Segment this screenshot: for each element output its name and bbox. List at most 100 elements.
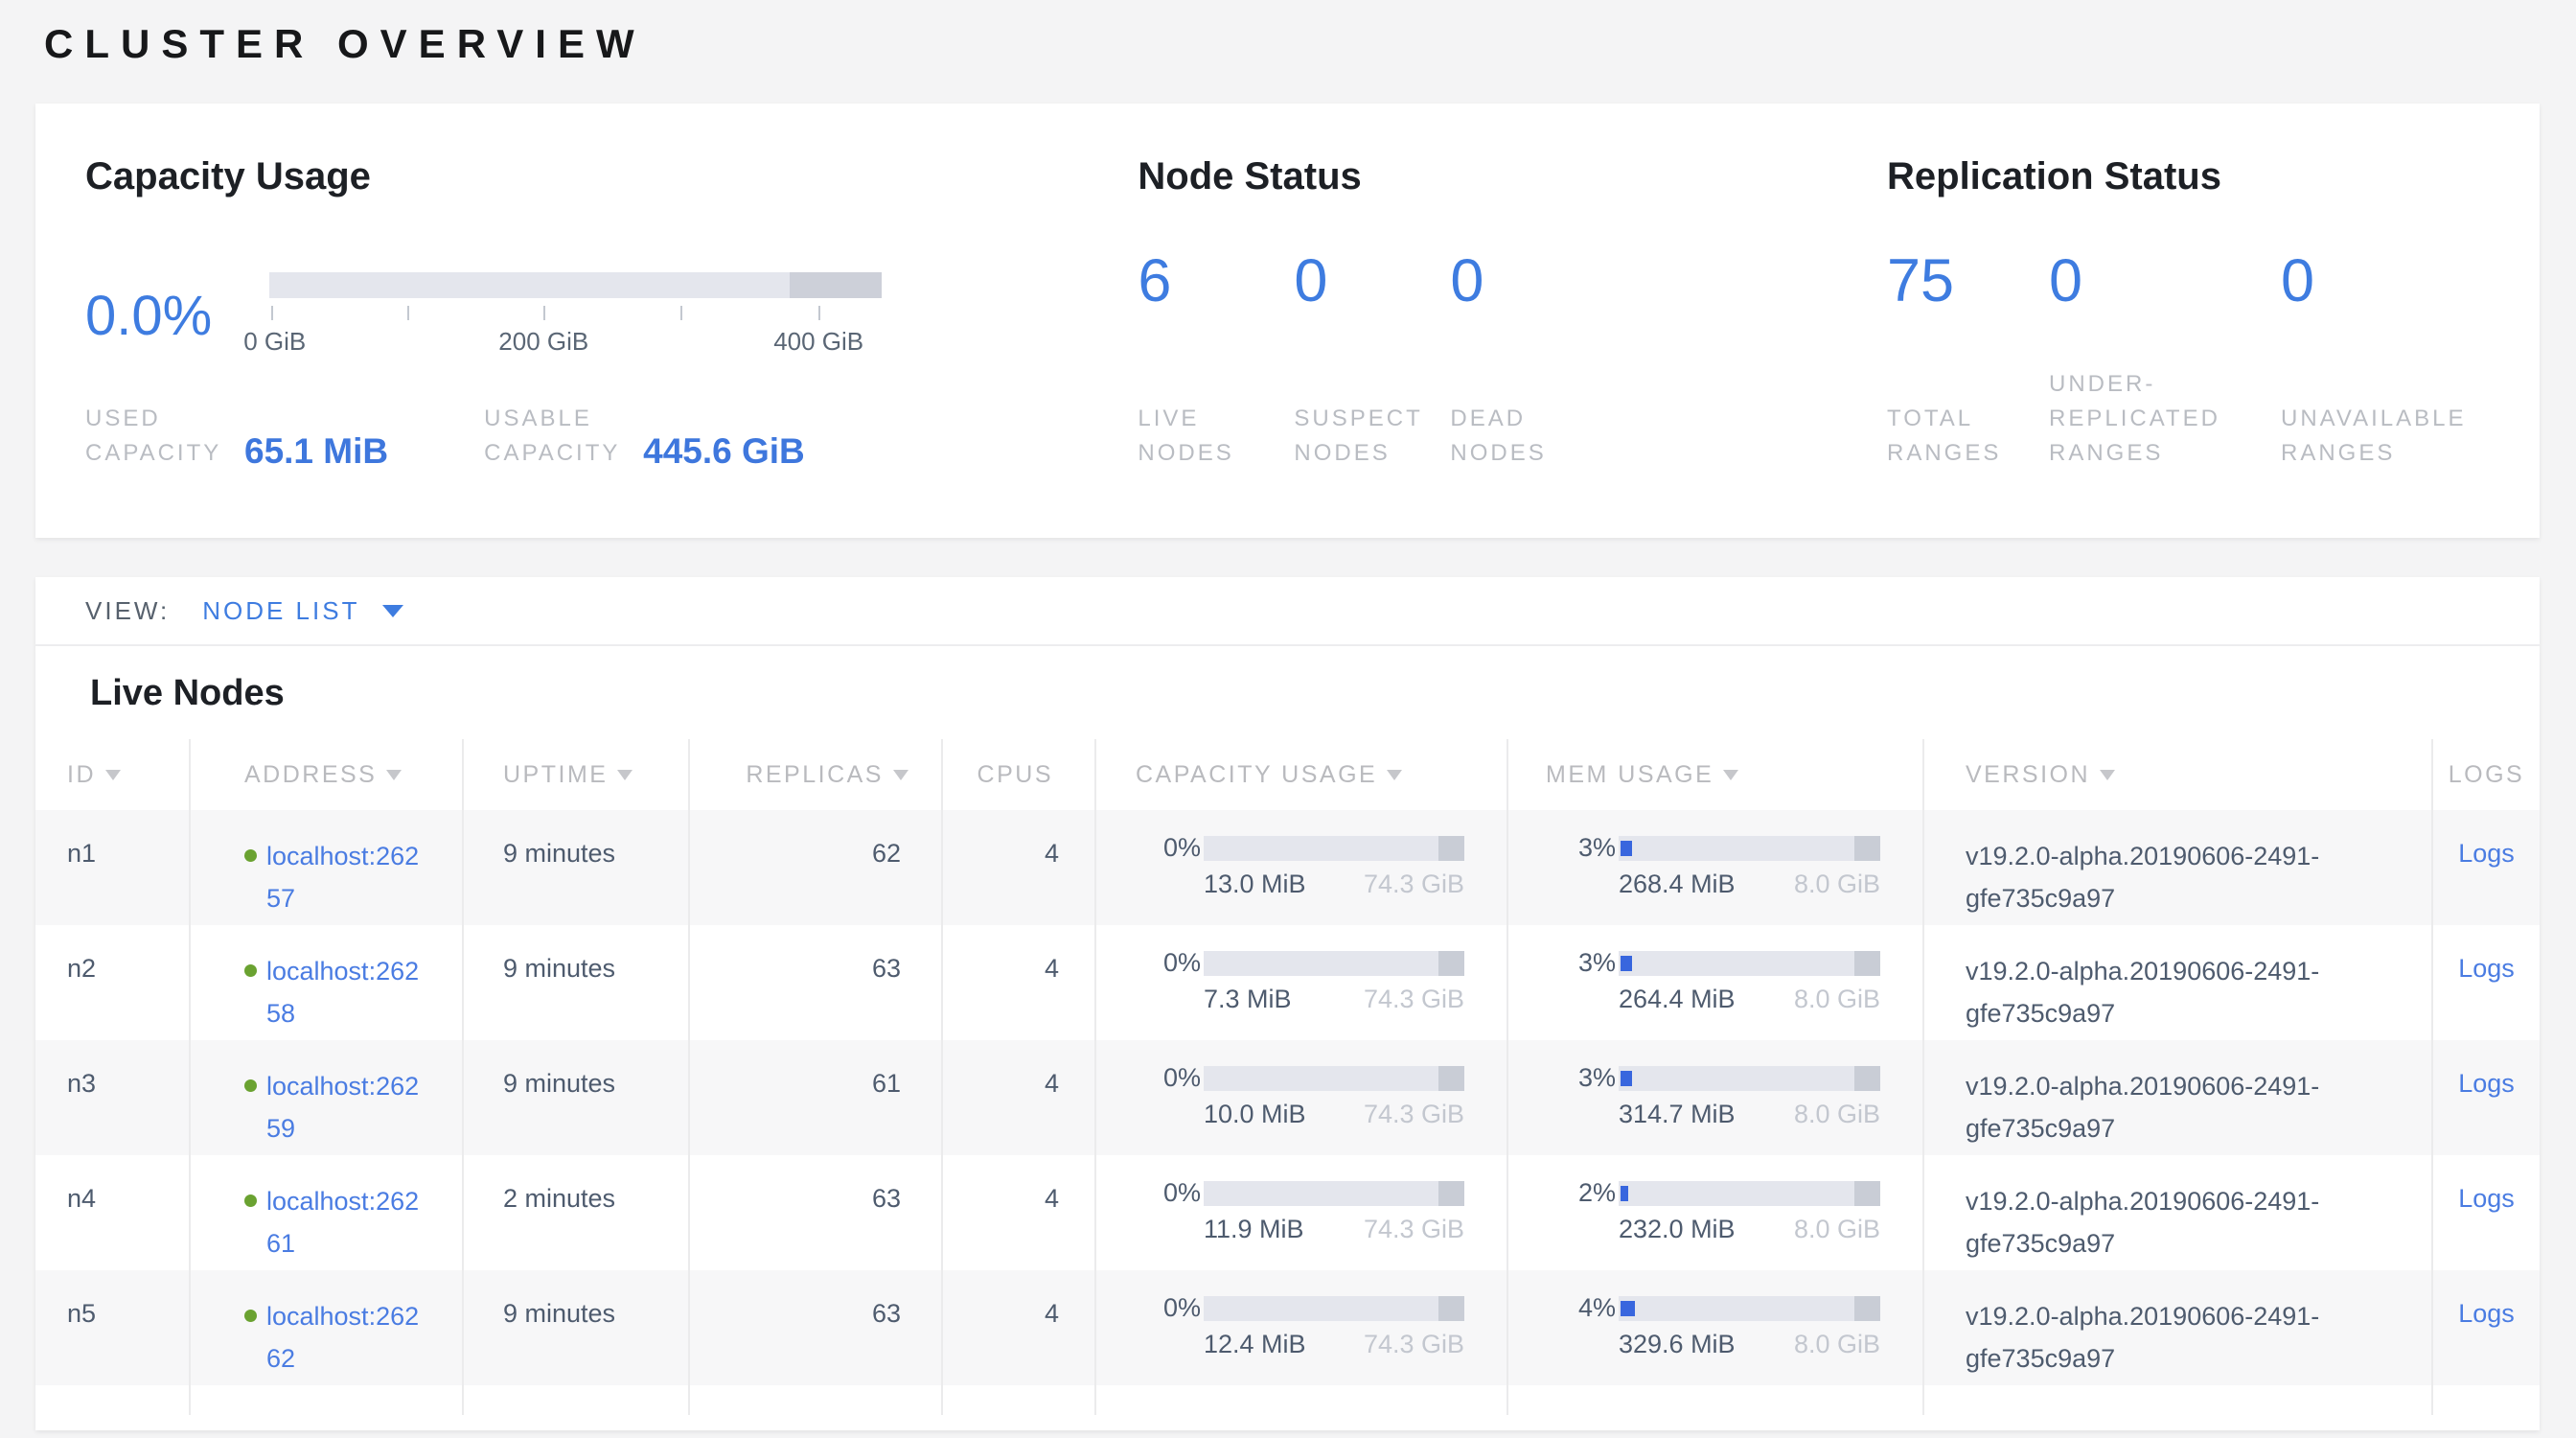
node-address-link[interactable]: localhost:26259 — [266, 1065, 419, 1149]
capacity-total-value: 74.3 GiB — [1364, 1215, 1464, 1244]
logs-link[interactable]: Logs — [2458, 954, 2515, 983]
node-id: n4 — [35, 1155, 189, 1270]
total-ranges-label: TOTAL RANGES — [1887, 402, 2014, 471]
total-ranges-value: 75 — [1887, 251, 2014, 312]
mem-reserved-bar — [1854, 1181, 1880, 1206]
mem-reserved-bar — [1854, 1296, 1880, 1321]
logs-cell: Logs — [2431, 1040, 2540, 1155]
logs-cell: Logs — [2431, 810, 2540, 925]
column-header-mem-usage[interactable]: MEM USAGE — [1506, 739, 1922, 810]
node-replicas: 63 — [688, 1270, 941, 1385]
used-capacity-value: 65.1 MiB — [244, 433, 388, 471]
capacity-usage-cell: 0% 13.0 MiB74.3 GiB — [1094, 810, 1506, 925]
live-status-dot — [244, 1310, 257, 1322]
capacity-percent: 0% — [1163, 1178, 1196, 1208]
capacity-used-value: 12.4 MiB — [1204, 1330, 1306, 1359]
live-status-dot — [244, 964, 257, 977]
live-status-dot — [244, 849, 257, 862]
node-id: n5 — [35, 1270, 189, 1385]
mem-total-value: 8.0 GiB — [1794, 1330, 1880, 1359]
unavailable-ranges-stat: 0 UNAVAILABLE RANGES — [2281, 197, 2501, 471]
node-uptime: 2 minutes — [462, 1155, 688, 1270]
capacity-total-value: 74.3 GiB — [1364, 870, 1464, 899]
capacity-total-value: 74.3 GiB — [1364, 985, 1464, 1014]
total-ranges-stat: 75 TOTAL RANGES — [1887, 197, 2014, 471]
mem-total-value: 8.0 GiB — [1794, 1215, 1880, 1244]
capacity-reserved-bar — [1438, 1066, 1464, 1091]
mem-bar — [1619, 951, 1880, 976]
column-header-logs: LOGS — [2431, 739, 2540, 810]
axis-tick — [543, 306, 545, 320]
logs-cell: Logs — [2431, 925, 2540, 1040]
logs-link[interactable]: Logs — [2458, 1184, 2515, 1213]
mem-usage-cell: 3% 314.7 MiB8.0 GiB — [1506, 1040, 1922, 1155]
column-header-replicas[interactable]: REPLICAS — [688, 739, 941, 810]
live-nodes-card: Live Nodes ID ADDRESS UPTIME REPLICAS CP… — [35, 646, 2540, 1430]
column-header-capacity-usage[interactable]: CAPACITY USAGE — [1094, 739, 1506, 810]
node-uptime: 9 minutes — [462, 925, 688, 1040]
column-header-address[interactable]: ADDRESS — [189, 739, 462, 810]
axis-tick — [680, 306, 682, 320]
capacity-usage-title: Capacity Usage — [85, 155, 1138, 197]
capacity-usage-cell: 0% 10.0 MiB74.3 GiB — [1094, 1040, 1506, 1155]
mem-total-value: 8.0 GiB — [1794, 985, 1880, 1014]
mem-reserved-bar — [1854, 951, 1880, 976]
view-label: VIEW: — [85, 596, 170, 626]
table-header: ID ADDRESS UPTIME REPLICAS CPUS CAPACITY… — [35, 739, 2540, 810]
live-nodes-stat: 6 LIVE NODES — [1138, 197, 1273, 471]
empty-cell — [189, 1385, 462, 1415]
axis-tick — [407, 306, 409, 320]
suspect-nodes-stat: 0 SUSPECT NODES — [1294, 197, 1429, 471]
node-replicas: 63 — [688, 1155, 941, 1270]
unavailable-ranges-value: 0 — [2281, 251, 2501, 312]
column-header-id[interactable]: ID — [35, 739, 189, 810]
node-version: v19.2.0-alpha.20190606-2491-gfe735c9a97 — [1922, 1040, 2431, 1155]
logs-link[interactable]: Logs — [2458, 1069, 2515, 1098]
capacity-bar — [269, 272, 882, 298]
live-nodes-title: Live Nodes — [35, 646, 2540, 714]
mem-used-bar — [1621, 1301, 1635, 1316]
sort-caret-icon — [1387, 770, 1402, 780]
column-header-version[interactable]: VERSION — [1922, 739, 2431, 810]
node-replicas: 63 — [688, 925, 941, 1040]
sort-caret-icon — [386, 770, 402, 780]
sort-caret-icon — [1723, 770, 1738, 780]
mem-usage-cell: 3% 268.4 MiB8.0 GiB — [1506, 810, 1922, 925]
node-address-link[interactable]: localhost:26257 — [266, 835, 419, 919]
capacity-reserved-bar — [1438, 1181, 1464, 1206]
capacity-used-value: 7.3 MiB — [1204, 985, 1292, 1014]
node-address-link[interactable]: localhost:26261 — [266, 1180, 419, 1264]
column-header-uptime[interactable]: UPTIME — [462, 739, 688, 810]
logs-link[interactable]: Logs — [2458, 1299, 2515, 1328]
mem-usage-cell: 3% 264.4 MiB8.0 GiB — [1506, 925, 1922, 1040]
node-address-link[interactable]: localhost:26258 — [266, 950, 419, 1034]
mem-percent: 2% — [1578, 1178, 1611, 1208]
view-selector-bar: VIEW: NODE LIST — [35, 577, 2540, 646]
unavailable-ranges-label: UNAVAILABLE RANGES — [2281, 402, 2501, 471]
node-cpus: 4 — [941, 1040, 1094, 1155]
node-address-link[interactable]: localhost:26262 — [266, 1295, 419, 1380]
node-uptime: 9 minutes — [462, 1270, 688, 1385]
table-row: n3 localhost:26259 9 minutes 61 4 0% 10.… — [35, 1040, 2540, 1155]
axis-label-0: 0 GiB — [243, 327, 306, 357]
empty-cell — [1506, 1385, 1922, 1415]
usable-capacity-stat: USABLE CAPACITY 445.6 GiB — [484, 402, 805, 471]
capacity-used-value: 11.9 MiB — [1204, 1215, 1304, 1244]
capacity-usage-section: Capacity Usage 0.0% 0 GiB 200 GiB 400 Gi… — [85, 155, 1138, 471]
page-title: CLUSTER OVERVIEW — [0, 0, 2576, 67]
table-row: n2 localhost:26258 9 minutes 63 4 0% 7.3… — [35, 925, 2540, 1040]
mem-used-value: 268.4 MiB — [1619, 870, 1736, 899]
live-status-dot — [244, 1194, 257, 1207]
logs-link[interactable]: Logs — [2458, 839, 2515, 868]
capacity-usage-cell: 0% 11.9 MiB 74.3 GiB — [1094, 1155, 1506, 1270]
table-row-partial — [35, 1385, 2540, 1415]
mem-used-bar — [1621, 1186, 1628, 1201]
node-id: n2 — [35, 925, 189, 1040]
logs-cell: Logs — [2431, 1270, 2540, 1385]
empty-cell — [2431, 1385, 2540, 1415]
view-dropdown[interactable]: NODE LIST — [202, 596, 403, 626]
node-replicas: 62 — [688, 810, 941, 925]
capacity-reserved-bar — [1438, 836, 1464, 861]
capacity-usage-cell: 0% 7.3 MiB74.3 GiB — [1094, 925, 1506, 1040]
empty-cell — [35, 1385, 189, 1415]
